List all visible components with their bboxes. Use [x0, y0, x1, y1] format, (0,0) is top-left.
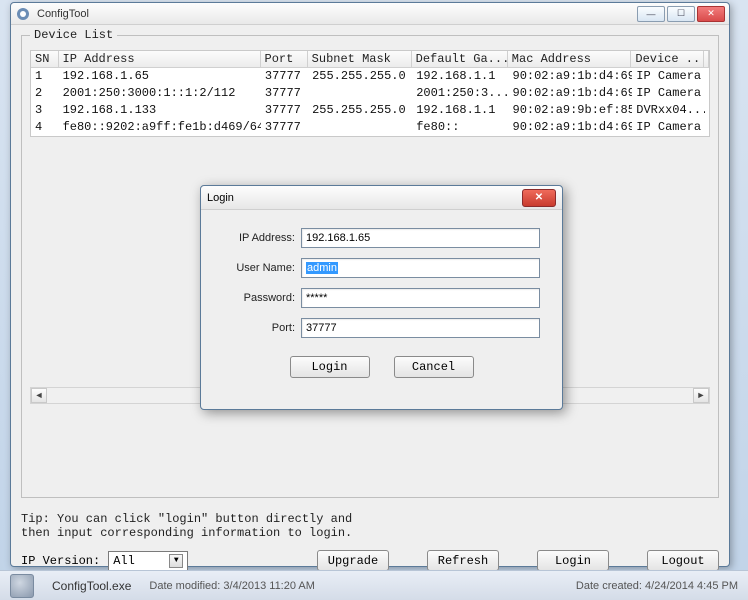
col-sn[interactable]: SN [31, 51, 59, 68]
username-input[interactable]: admin [301, 258, 540, 278]
login-button[interactable]: Login [537, 550, 609, 571]
dialog-cancel-button[interactable]: Cancel [394, 356, 474, 378]
table-row[interactable]: 3 192.168.1.133 37777 255.255.255.0 192.… [31, 102, 709, 119]
groupbox-legend: Device List [30, 28, 117, 42]
file-icon [10, 574, 34, 598]
dialog-login-button[interactable]: Login [290, 356, 370, 378]
ip-version-label: IP Version: [21, 554, 100, 568]
port-label: Port: [223, 322, 295, 334]
col-port[interactable]: Port [261, 51, 308, 68]
refresh-button[interactable]: Refresh [427, 550, 499, 571]
device-table[interactable]: SN IP Address Port Subnet Mask Default G… [30, 50, 710, 137]
col-device[interactable]: Device ... [631, 51, 704, 68]
upgrade-button[interactable]: Upgrade [317, 550, 389, 571]
titlebar[interactable]: ConfigTool — ☐ ✕ [11, 3, 729, 25]
scroll-right-icon[interactable]: ► [693, 388, 709, 403]
dialog-title: Login [207, 192, 234, 204]
password-label: Password: [223, 292, 295, 304]
col-ip[interactable]: IP Address [59, 51, 261, 68]
file-name: ConfigTool.exe [52, 579, 131, 593]
window-title: ConfigTool [37, 8, 631, 20]
scroll-left-icon[interactable]: ◄ [31, 388, 47, 403]
table-row[interactable]: 4 fe80::9202:a9ff:fe1b:d469/64 37777 fe8… [31, 119, 709, 136]
dialog-close-button[interactable]: ✕ [522, 189, 556, 207]
dialog-titlebar[interactable]: Login ✕ [201, 186, 562, 210]
login-dialog: Login ✕ IP Address: 192.168.1.65 User Na… [200, 185, 563, 410]
explorer-details-pane: ConfigTool.exe Date modified: 3/4/2013 1… [0, 570, 748, 600]
logout-button[interactable]: Logout [647, 550, 719, 571]
col-subnet[interactable]: Subnet Mask [308, 51, 412, 68]
ip-label: IP Address: [223, 232, 295, 244]
col-mac[interactable]: Mac Address [508, 51, 632, 68]
ip-input[interactable]: 192.168.1.65 [301, 228, 540, 248]
password-input[interactable]: ***** [301, 288, 540, 308]
chevron-down-icon: ▼ [169, 554, 183, 568]
app-icon [15, 6, 31, 22]
minimize-button[interactable]: — [637, 6, 665, 22]
maximize-button[interactable]: ☐ [667, 6, 695, 22]
ip-version-select[interactable]: All ▼ [108, 551, 188, 571]
col-http[interactable]: Http [704, 51, 709, 68]
username-label: User Name: [223, 262, 295, 274]
tip-text: Tip: You can click "login" button direct… [21, 512, 719, 540]
table-row[interactable]: 2 2001:250:3000:1::1:2/112 37777 2001:25… [31, 85, 709, 102]
col-gateway[interactable]: Default Ga... [412, 51, 508, 68]
close-button[interactable]: ✕ [697, 6, 725, 22]
table-row[interactable]: 1 192.168.1.65 37777 255.255.255.0 192.1… [31, 68, 709, 85]
port-input[interactable]: 37777 [301, 318, 540, 338]
